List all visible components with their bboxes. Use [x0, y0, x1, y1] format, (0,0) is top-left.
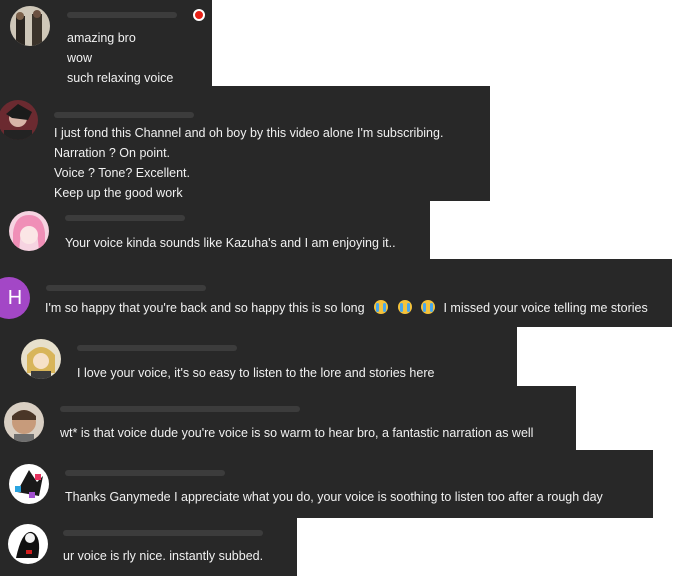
user-avatar[interactable]: H	[0, 277, 30, 319]
comment-text-line: wow	[67, 51, 93, 65]
user-avatar[interactable]	[21, 339, 61, 379]
avatar-letter: H	[7, 287, 23, 309]
comment-meta	[54, 112, 194, 118]
youtube-badge-icon	[193, 9, 205, 21]
comment-text-line: I love your voice, it's so easy to liste…	[77, 366, 435, 380]
loudly-crying-face-icon	[397, 300, 412, 314]
comment-meta	[65, 215, 185, 221]
comment-card: Thanks Ganymede I appreciate what you do…	[0, 450, 653, 518]
comment-meta	[63, 530, 263, 536]
user-avatar[interactable]	[8, 524, 48, 564]
user-avatar[interactable]	[9, 464, 49, 504]
comment-card: amazing bro wow such relaxing voice	[0, 0, 212, 86]
comment-card: I love your voice, it's so easy to liste…	[0, 327, 517, 386]
comment-text-line: Voice ? Tone? Excellent.	[54, 166, 190, 180]
comment-meta	[77, 345, 237, 351]
user-avatar[interactable]	[9, 211, 49, 251]
comment-card: H I'm so happy that you're back and so h…	[0, 259, 672, 327]
comment-text-line: amazing bro	[67, 31, 136, 45]
comment-card: Your voice kinda sounds like Kazuha's an…	[0, 201, 430, 259]
user-avatar[interactable]	[10, 6, 50, 46]
comment-card: I just fond this Channel and oh boy by t…	[0, 86, 490, 201]
user-avatar[interactable]	[4, 402, 44, 442]
comment-text: I missed your voice telling me stories	[443, 301, 648, 315]
comment-text-line: Narration ? On point.	[54, 146, 171, 160]
comment-card: ur voice is rly nice. instantly subbed.	[0, 518, 297, 576]
comment-meta	[65, 470, 225, 476]
comment-text-line: Thanks Ganymede I appreciate what you do…	[65, 490, 603, 504]
comment-text-line: Keep up the good work	[54, 186, 183, 200]
comment-meta	[60, 406, 300, 412]
comment-text-line: Your voice kinda sounds like Kazuha's an…	[65, 236, 396, 250]
comment-card: wt* is that voice dude you're voice is s…	[0, 386, 576, 450]
loudly-crying-face-icon	[421, 300, 435, 314]
comment-text-line: I just fond this Channel and oh boy by t…	[54, 126, 444, 140]
comment-meta	[46, 285, 206, 291]
comment-text: I'm so happy that you're back and so hap…	[45, 301, 365, 315]
user-avatar[interactable]	[0, 100, 38, 140]
comment-text-line: wt* is that voice dude you're voice is s…	[60, 426, 534, 440]
comment-meta	[67, 12, 177, 18]
comment-text-line: such relaxing voice	[67, 71, 174, 85]
comment-text-line: ur voice is rly nice. instantly subbed.	[63, 549, 264, 563]
loudly-crying-face-icon	[374, 300, 389, 314]
